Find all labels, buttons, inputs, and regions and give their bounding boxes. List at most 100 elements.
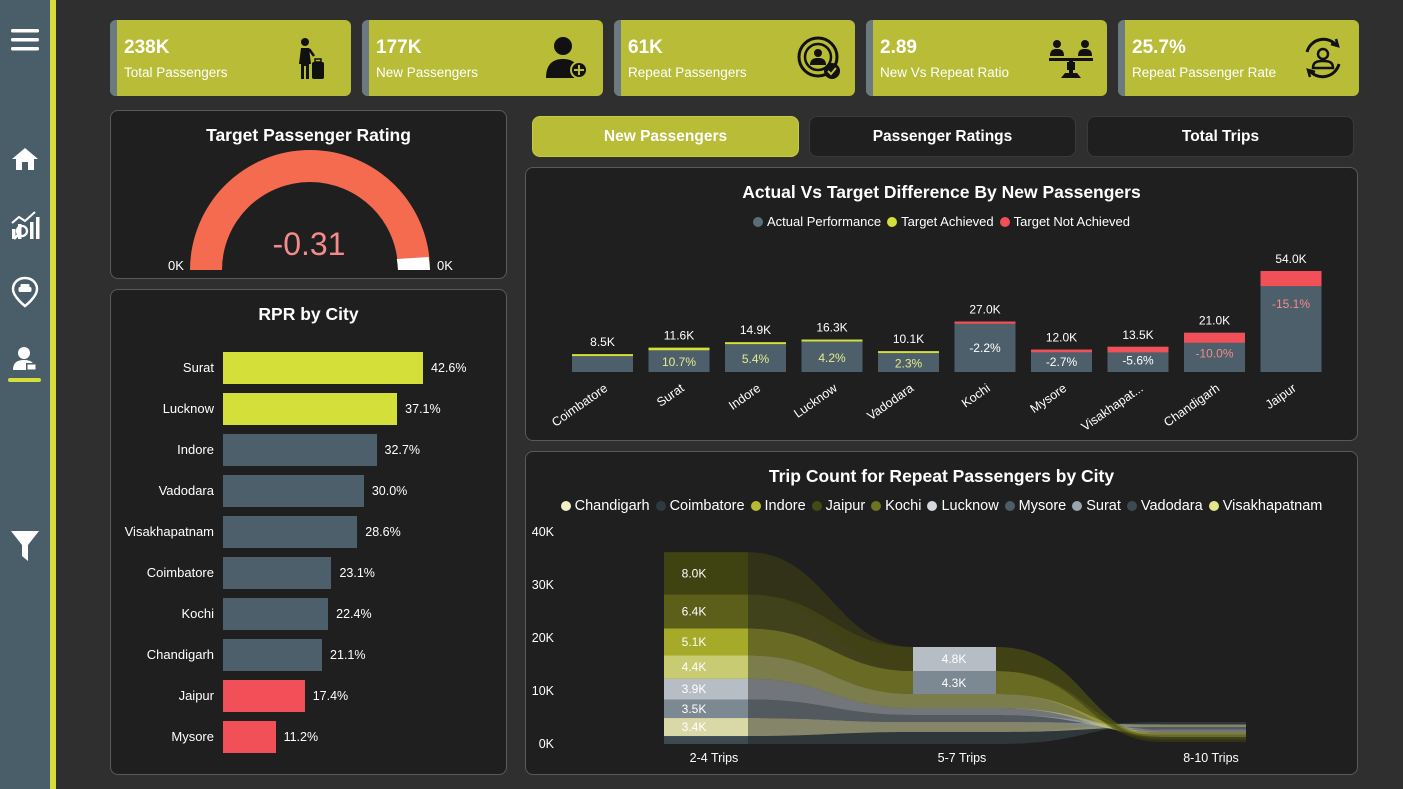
avt-value-label: 12.0K bbox=[1046, 331, 1077, 345]
sidebar bbox=[0, 0, 50, 789]
avt-category-label: Indore bbox=[726, 381, 763, 413]
rpr-city-label: Mysore bbox=[171, 729, 214, 744]
gauge-chart: -0.31 0K 0K bbox=[168, 150, 453, 273]
avt-target-missed-bar[interactable] bbox=[1031, 349, 1092, 353]
trip-y-tick: 0K bbox=[539, 737, 555, 751]
avt-category-label: Kochi bbox=[959, 381, 993, 410]
avt-actual-bar[interactable] bbox=[572, 356, 633, 372]
active-page-indicator bbox=[8, 378, 41, 382]
avt-diff-label: -2.2% bbox=[969, 341, 1001, 355]
kpi-new-vs-repeat-ratio[interactable]: 2.89 New Vs Repeat Ratio bbox=[866, 20, 1107, 96]
rpr-bar[interactable] bbox=[223, 557, 332, 589]
rpr-bar[interactable] bbox=[223, 475, 364, 507]
avt-value-label: 16.3K bbox=[816, 321, 847, 335]
avt-target-missed-bar[interactable] bbox=[1260, 271, 1322, 287]
rpr-bar[interactable] bbox=[223, 393, 398, 425]
rpr-bar[interactable] bbox=[223, 352, 423, 384]
avt-target-missed-bar[interactable] bbox=[1107, 346, 1169, 353]
trip-y-tick: 10K bbox=[532, 684, 555, 698]
home-icon[interactable] bbox=[8, 142, 42, 176]
trip-chart: 40K 30K 20K 10K 0K 2-4 Trips 5-7 Trips 8-10 Tri… bbox=[532, 525, 1246, 765]
kpi-value: 61K bbox=[628, 37, 663, 58]
tab-passenger-ratings[interactable]: Passenger Ratings bbox=[809, 116, 1076, 157]
rpr-bar[interactable] bbox=[223, 680, 305, 712]
trip-count-panel: Trip Count for Repeat Passengers by City… bbox=[525, 451, 1358, 775]
menu-icon[interactable] bbox=[8, 23, 42, 57]
trip-mid-label: 4.8K bbox=[942, 652, 967, 666]
avt-chart: 8.5K Coimbatore 11.6K 10.7% Surat 14.9K 5.4% In… bbox=[549, 252, 1322, 434]
rpr-city-label: Chandigarh bbox=[146, 647, 214, 662]
kpi-label: Total Passengers bbox=[124, 65, 228, 80]
avt-diff-label: -15.1% bbox=[1272, 297, 1310, 311]
avt-category-label: Coimbatore bbox=[549, 381, 610, 430]
kpi-label: Repeat Passenger Rate bbox=[1132, 65, 1277, 80]
actual-vs-target-panel: Actual Vs Target Difference By New Passe… bbox=[525, 167, 1358, 441]
tab-total-trips[interactable]: Total Trips bbox=[1087, 116, 1354, 157]
rpr-city-label: Lucknow bbox=[162, 401, 214, 416]
avt-target-missed-bar[interactable] bbox=[1184, 332, 1245, 343]
avt-diff-label: 10.7% bbox=[662, 355, 696, 369]
kpi-value: 25.7% bbox=[1132, 37, 1186, 58]
gauge-min-label: 0K bbox=[168, 258, 184, 273]
avt-target-achieved-bar[interactable] bbox=[725, 342, 786, 345]
rpr-value-label: 30.0% bbox=[371, 484, 408, 498]
avt-actual-bar[interactable] bbox=[1260, 271, 1322, 372]
avt-target-missed-bar[interactable] bbox=[954, 321, 1016, 324]
rpr-bar[interactable] bbox=[223, 721, 276, 753]
avt-target-achieved-bar[interactable] bbox=[572, 354, 633, 357]
avt-value-label: 13.5K bbox=[1122, 328, 1153, 342]
trip-y-tick: 40K bbox=[532, 525, 555, 539]
tab-new-passengers[interactable]: New Passengers bbox=[532, 116, 799, 157]
avt-category-label: Chandigarh bbox=[1161, 381, 1222, 430]
avt-category-label: Visakhapat... bbox=[1079, 381, 1146, 434]
rpr-bar[interactable] bbox=[223, 516, 358, 548]
analytics-icon[interactable] bbox=[8, 208, 42, 242]
trip-y-tick: 30K bbox=[532, 578, 555, 592]
trip-x-label: 5-7 Trips bbox=[938, 751, 987, 765]
passenger-icon[interactable] bbox=[8, 342, 42, 376]
rpr-bar[interactable] bbox=[223, 598, 329, 630]
avt-target-achieved-bar[interactable] bbox=[648, 347, 710, 351]
rpr-bar[interactable] bbox=[223, 434, 377, 466]
rpr-bar[interactable] bbox=[223, 639, 323, 671]
rpr-city-label: Vadodara bbox=[158, 483, 214, 498]
repeat-user-icon bbox=[797, 36, 840, 79]
avt-diff-label: 2.3% bbox=[895, 357, 923, 371]
kpi-value: 177K bbox=[376, 37, 422, 58]
avt-category-label: Mysore bbox=[1028, 381, 1070, 416]
trip-x-label: 2-4 Trips bbox=[690, 751, 739, 765]
kpi-repeat-passenger-rate[interactable]: 25.7% Repeat Passenger Rate bbox=[1118, 20, 1359, 96]
rpr-city-label: Jaipur bbox=[178, 688, 214, 703]
trip-segment-label: 6.4K bbox=[682, 605, 707, 619]
avt-value-label: 54.0K bbox=[1275, 252, 1306, 266]
rpr-title: RPR by City bbox=[258, 304, 359, 324]
filter-icon[interactable] bbox=[8, 529, 42, 563]
rpr-city-label: Surat bbox=[182, 360, 214, 375]
add-user-icon bbox=[546, 37, 588, 79]
avt-category-label: Vadodara bbox=[865, 381, 917, 423]
trip-segment-label: 4.4K bbox=[682, 660, 707, 674]
trip-column-segment[interactable] bbox=[664, 736, 748, 744]
rpr-value-label: 28.6% bbox=[365, 525, 401, 539]
avt-target-achieved-bar[interactable] bbox=[801, 339, 863, 342]
location-car-icon[interactable] bbox=[8, 275, 42, 309]
trip-segment-label: 8.0K bbox=[682, 566, 707, 580]
trip-segment-label: 3.9K bbox=[682, 682, 707, 696]
kpi-repeat-passengers[interactable]: 61K Repeat Passengers bbox=[614, 20, 855, 96]
sidebar-accent-stripe bbox=[50, 0, 56, 789]
avt-value-label: 11.6K bbox=[664, 329, 694, 343]
rpr-value-label: 11.2% bbox=[283, 730, 319, 744]
gauge-panel: Target Passenger Rating -0.31 0K 0K bbox=[110, 110, 507, 279]
kpi-label: New Passengers bbox=[376, 65, 479, 80]
avt-target-achieved-bar[interactable] bbox=[878, 351, 939, 354]
avt-diff-label: 5.4% bbox=[742, 352, 770, 366]
gauge-max-label: 0K bbox=[437, 258, 453, 273]
rpr-value-label: 17.4% bbox=[312, 689, 349, 703]
kpi-total-passengers[interactable]: 238K Total Passengers bbox=[110, 20, 351, 96]
avt-value-label: 8.5K bbox=[590, 335, 615, 349]
gauge-remaining-arc bbox=[396, 257, 430, 270]
avt-value-label: 21.0K bbox=[1199, 314, 1230, 328]
rpr-value-label: 22.4% bbox=[336, 607, 372, 621]
kpi-new-passengers[interactable]: 177K New Passengers bbox=[362, 20, 603, 96]
avt-value-label: 14.9K bbox=[740, 323, 771, 337]
